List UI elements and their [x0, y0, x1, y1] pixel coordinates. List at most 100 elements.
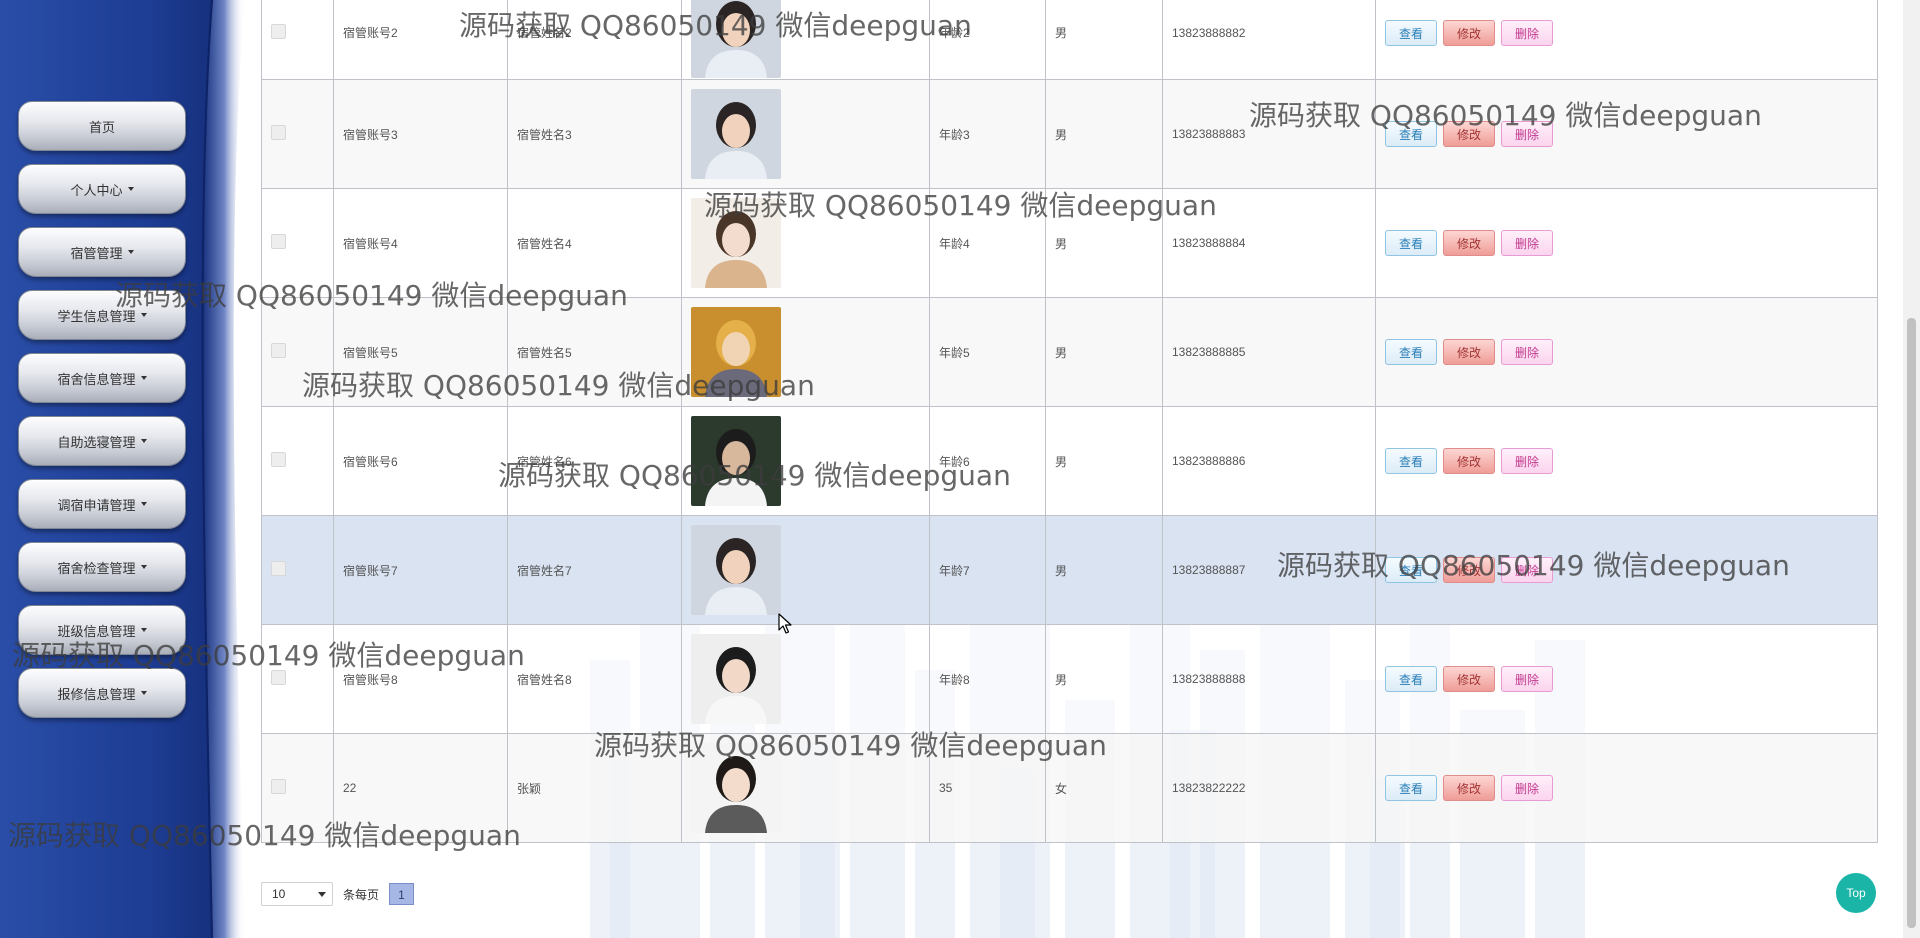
- actions-cell: 查看 修改 删除: [1375, 624, 1878, 734]
- row-checkbox[interactable]: [271, 670, 286, 685]
- avatar: [691, 198, 781, 288]
- per-page-label: 条每页: [343, 887, 380, 902]
- table-row[interactable]: 宿管账号8 宿管姓名8 年龄8 男 13823888888 查看 修改 删除: [261, 624, 1878, 734]
- sidebar-item-student-info[interactable]: 学生信息管理: [18, 290, 186, 340]
- account-cell: 宿管账号7: [333, 515, 508, 625]
- gender-cell: 男: [1045, 188, 1163, 298]
- caret-down-icon: [140, 502, 147, 506]
- photo-cell: [681, 0, 930, 80]
- delete-button[interactable]: 删除: [1501, 666, 1554, 692]
- name-cell: 宿管姓名7: [507, 515, 682, 625]
- delete-button[interactable]: 删除: [1501, 448, 1554, 474]
- row-checkbox[interactable]: [271, 23, 286, 39]
- edit-button[interactable]: 修改: [1443, 557, 1496, 583]
- avatar: [691, 0, 781, 78]
- phone-cell: 13823888888: [1162, 624, 1376, 734]
- edit-button[interactable]: 修改: [1443, 775, 1496, 801]
- sidebar-item-dorm-info[interactable]: 宿舍信息管理: [18, 353, 186, 403]
- sidebar-item-personal-center[interactable]: 个人中心: [18, 164, 186, 214]
- checkbox-cell: [261, 79, 334, 189]
- delete-button[interactable]: 删除: [1501, 339, 1554, 365]
- edit-button[interactable]: 修改: [1443, 666, 1496, 692]
- dorm-manager-table-container: 宿管账号2 宿管姓名2 年龄2 男 13823888882 查看 修改 删除 宿管账号3 宿管姓名…: [261, 0, 1878, 843]
- phone-cell: 13823888884: [1162, 188, 1376, 298]
- edit-button[interactable]: 修改: [1443, 339, 1496, 365]
- caret-down-icon: [140, 313, 147, 317]
- age-cell: 年龄2: [929, 0, 1046, 80]
- row-checkbox[interactable]: [271, 452, 286, 467]
- caret-down-icon: [140, 691, 147, 695]
- view-button[interactable]: 查看: [1385, 666, 1438, 692]
- sidebar-nav: 首页 个人中心 宿管管理 学生信息管理 宿舍信息管理 自助选寝管理 调宿申请管理…: [18, 101, 188, 731]
- table-row[interactable]: 宿管账号6 宿管姓名6 年龄6 男 13823888886 查看 修改 删除: [261, 406, 1878, 516]
- row-checkbox[interactable]: [271, 343, 286, 358]
- actions-cell: 查看 修改 删除: [1375, 733, 1878, 843]
- page-size-value: 10: [272, 887, 286, 901]
- checkbox-cell: [261, 624, 334, 734]
- row-checkbox[interactable]: [271, 125, 286, 140]
- avatar: [691, 307, 781, 397]
- view-button[interactable]: 查看: [1385, 121, 1438, 147]
- photo-cell: [681, 79, 930, 189]
- sidebar-item-repair-info[interactable]: 报修信息管理: [18, 668, 186, 718]
- view-button[interactable]: 查看: [1385, 19, 1438, 46]
- age-cell: 年龄4: [929, 188, 1046, 298]
- edit-button[interactable]: 修改: [1443, 448, 1496, 474]
- name-cell: 宿管姓名5: [507, 297, 682, 407]
- checkbox-cell: [261, 406, 334, 516]
- view-button[interactable]: 查看: [1385, 775, 1438, 801]
- delete-button[interactable]: 删除: [1501, 19, 1554, 46]
- page-scrollbar[interactable]: [1903, 0, 1920, 938]
- caret-down-icon: [140, 628, 147, 632]
- sidebar-item-transfer-application[interactable]: 调宿申请管理: [18, 479, 186, 529]
- delete-button[interactable]: 删除: [1501, 230, 1554, 256]
- checkbox-cell: [261, 515, 334, 625]
- checkbox-cell: [261, 0, 334, 80]
- caret-down-icon: [127, 187, 134, 191]
- delete-button[interactable]: 删除: [1501, 775, 1554, 801]
- edit-button[interactable]: 修改: [1443, 230, 1496, 256]
- app-root: 首页 个人中心 宿管管理 学生信息管理 宿舍信息管理 自助选寝管理 调宿申请管理…: [0, 0, 1920, 938]
- page-number-button[interactable]: 1: [389, 883, 415, 905]
- account-cell: 宿管账号2: [333, 0, 508, 80]
- table-row[interactable]: 宿管账号2 宿管姓名2 年龄2 男 13823888882 查看 修改 删除: [261, 0, 1878, 80]
- actions-cell: 查看 修改 删除: [1375, 406, 1878, 516]
- photo-cell: [681, 515, 930, 625]
- table-row[interactable]: 宿管账号5 宿管姓名5 年龄5 男 13823888885 查看 修改 删除: [261, 297, 1878, 407]
- sidebar-item-dorm-inspection[interactable]: 宿舍检查管理: [18, 542, 186, 592]
- table-row[interactable]: 宿管账号7 宿管姓名7 年龄7 男 13823888887 查看 修改 删除: [261, 515, 1878, 625]
- gender-cell: 男: [1045, 0, 1163, 80]
- view-button[interactable]: 查看: [1385, 230, 1438, 256]
- sidebar-item-self-selection[interactable]: 自助选寝管理: [18, 416, 186, 466]
- sidebar-item-home[interactable]: 首页: [18, 101, 186, 151]
- photo-cell: [681, 406, 930, 516]
- name-cell: 宿管姓名2: [507, 0, 682, 80]
- edit-button[interactable]: 修改: [1443, 19, 1496, 46]
- phone-cell: 13823888886: [1162, 406, 1376, 516]
- edit-button[interactable]: 修改: [1443, 121, 1496, 147]
- table-row[interactable]: 宿管账号4 宿管姓名4 年龄4 男 13823888884 查看 修改 删除: [261, 188, 1878, 298]
- row-checkbox[interactable]: [271, 234, 286, 249]
- actions-cell: 查看 修改 删除: [1375, 515, 1878, 625]
- view-button[interactable]: 查看: [1385, 339, 1438, 365]
- delete-button[interactable]: 删除: [1501, 557, 1554, 583]
- sidebar-item-label: 宿管管理: [70, 245, 123, 261]
- back-to-top-button[interactable]: Top: [1836, 873, 1876, 913]
- page-size-select[interactable]: 10: [261, 882, 333, 906]
- row-checkbox[interactable]: [271, 561, 286, 576]
- table-row[interactable]: 宿管账号3 宿管姓名3 年龄3 男 13823888883 查看 修改 删除: [261, 79, 1878, 189]
- table-row[interactable]: 22 张颖 35 女 13823822222 查看 修改 删除: [261, 733, 1878, 843]
- gender-cell: 男: [1045, 406, 1163, 516]
- gender-cell: 男: [1045, 624, 1163, 734]
- sidebar: 首页 个人中心 宿管管理 学生信息管理 宿舍信息管理 自助选寝管理 调宿申请管理…: [0, 0, 245, 938]
- delete-button[interactable]: 删除: [1501, 121, 1554, 147]
- age-cell: 年龄7: [929, 515, 1046, 625]
- view-button[interactable]: 查看: [1385, 557, 1438, 583]
- sidebar-item-dorm-manager[interactable]: 宿管管理: [18, 227, 186, 277]
- row-checkbox[interactable]: [271, 779, 286, 794]
- avatar: [691, 743, 781, 833]
- sidebar-item-class-info[interactable]: 班级信息管理: [18, 605, 186, 655]
- name-cell: 宿管姓名8: [507, 624, 682, 734]
- view-button[interactable]: 查看: [1385, 448, 1438, 474]
- scrollbar-thumb[interactable]: [1907, 318, 1916, 928]
